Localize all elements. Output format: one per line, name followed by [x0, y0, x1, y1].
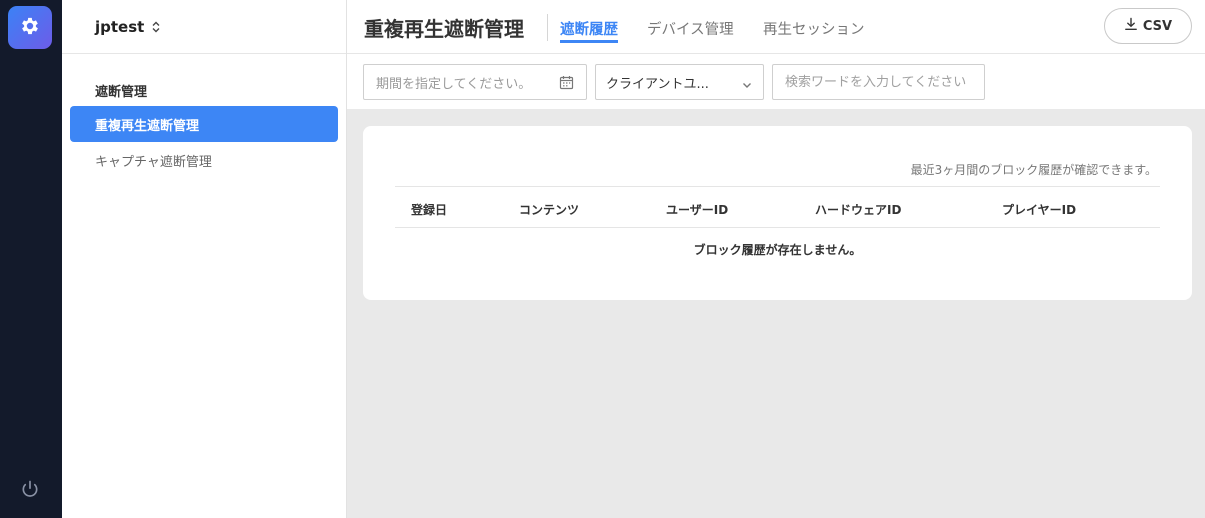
column-header-user-id: ユーザーID [666, 203, 729, 217]
page-header: 重複再生遮断管理 遮断履歴 デバイス管理 再生セッション CSV [347, 0, 1205, 54]
filter-bar: 期間を指定してください。 クライアントユ... [347, 54, 1205, 109]
table-header: 登録日 コンテンツ ユーザーID ハードウェアID プレイヤーID [395, 186, 1160, 228]
client-user-select[interactable]: クライアントユ... [595, 64, 764, 100]
sidebar: jptest 遮断管理 重複再生遮断管理 キャプチャ遮断管理 [62, 0, 347, 518]
updown-chevron-icon [152, 21, 160, 33]
column-header-registered-date: 登録日 [411, 203, 448, 217]
column-header-content: コンテンツ [519, 203, 580, 217]
title-divider [547, 14, 548, 41]
sidebar-section-title: 遮断管理 [95, 85, 148, 100]
tenant-name: jptest [95, 17, 145, 36]
app-logo-button[interactable] [8, 6, 52, 49]
sidebar-item-label: 重複再生遮断管理 [95, 118, 200, 134]
tab-playback-sessions[interactable]: 再生セッション [763, 18, 865, 39]
search-input[interactable] [772, 64, 985, 100]
column-header-hardware-id: ハードウェアID [815, 203, 902, 217]
empty-state-message: ブロック履歴が存在しません。 [693, 242, 862, 257]
app-rail [0, 0, 62, 518]
csv-button-label: CSV [1142, 18, 1173, 34]
date-range-picker[interactable]: 期間を指定してください。 [363, 64, 587, 100]
gear-icon [19, 15, 41, 41]
csv-download-button[interactable]: CSV [1104, 8, 1192, 44]
power-icon [20, 479, 40, 503]
sidebar-item-duplicate-playback-block[interactable]: 重複再生遮断管理 [70, 106, 338, 142]
chevron-down-icon [742, 78, 752, 93]
tab-block-history[interactable]: 遮断履歴 [560, 18, 618, 43]
date-range-placeholder: 期間を指定してください。 [376, 76, 532, 92]
tenant-switcher[interactable]: jptest [62, 0, 346, 54]
column-header-player-id: プレイヤーID [1002, 203, 1077, 217]
download-icon [1124, 17, 1138, 35]
history-note: 最近3ヶ月間のブロック履歴が確認できます。 [910, 163, 1157, 177]
block-history-table: 登録日 コンテンツ ユーザーID ハードウェアID プレイヤーID ブロック履歴… [395, 186, 1160, 270]
calendar-icon [559, 75, 574, 94]
sidebar-item-label: キャプチャ遮断管理 [95, 154, 212, 170]
tab-device-management[interactable]: デバイス管理 [647, 18, 734, 39]
page-title: 重複再生遮断管理 [364, 17, 524, 41]
power-button[interactable] [19, 480, 41, 502]
sidebar-item-capture-block[interactable]: キャプチャ遮断管理 [70, 142, 338, 178]
client-user-select-value: クライアントユ... [606, 76, 709, 92]
block-history-card: 最近3ヶ月間のブロック履歴が確認できます。 登録日 コンテンツ ユーザーID ハ… [363, 126, 1192, 300]
